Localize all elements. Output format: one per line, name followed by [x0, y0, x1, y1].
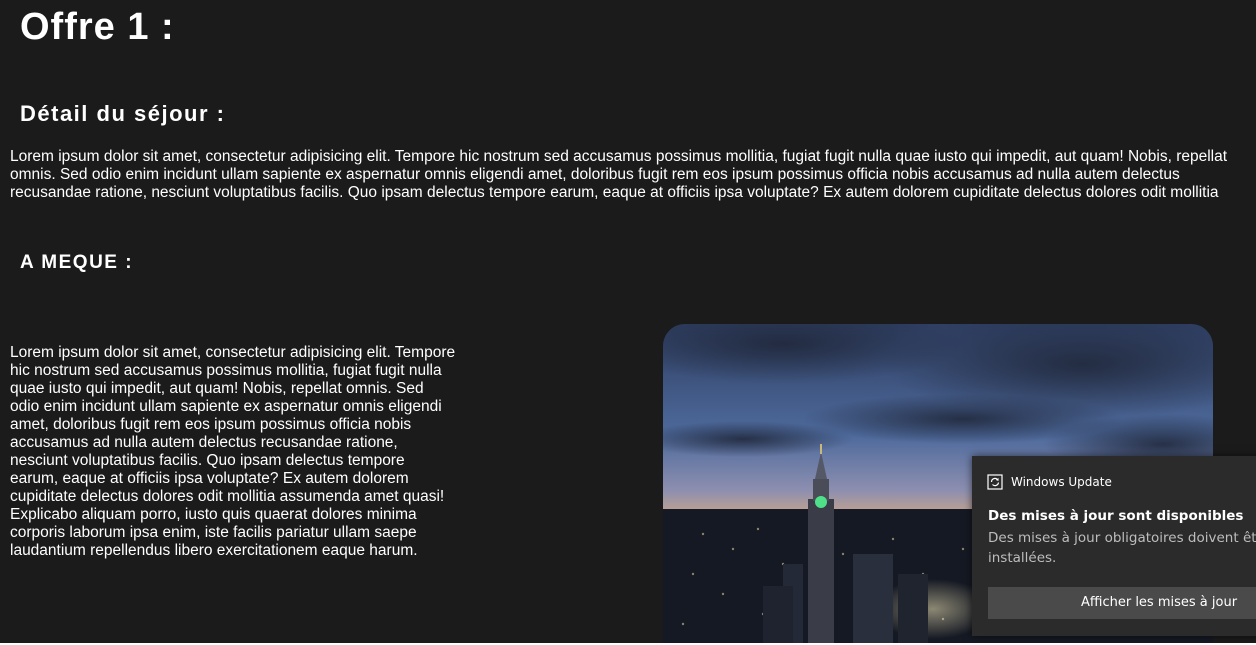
detail-line: Lorem ipsum dolor sit amet, consectetur … [10, 148, 1228, 165]
meque-heading: A MEQUE : [20, 252, 134, 273]
detail-heading: Détail du séjour : [20, 101, 226, 126]
meque-line: amet, doloribus fugit rem eos ipsum poss… [10, 416, 412, 433]
meque-line: nesciunt voluptatibus facilis. Quo ipsam… [10, 452, 405, 469]
page: { "offer": { "title": "Offre 1 :" }, "de… [0, 0, 1256, 645]
notification-header: Windows Update [987, 474, 1112, 490]
meque-line: laudantium repellendus libero exercitati… [10, 542, 418, 559]
meque-line: accusamus ad nulla autem delectus recusa… [10, 434, 398, 451]
notification-body: Des mises à jour obligatoires doivent êt… [988, 530, 1256, 566]
meque-line: hic nostrum sed accusamus possimus molli… [10, 362, 442, 379]
notification-title: Des mises à jour sont disponibles [988, 508, 1244, 524]
meque-line: corporis laborum ipsa enim, iste facilis… [10, 524, 417, 541]
notification-app-name: Windows Update [1011, 475, 1112, 489]
detail-line: omnis. Sed odio enim incidunt ullam sapi… [10, 166, 1180, 183]
meque-line: quae iusto qui impedit, aut quam! Nobis,… [10, 380, 424, 397]
update-icon [987, 474, 1003, 490]
meque-line: cupiditate delectus dolores odit molliti… [10, 488, 445, 505]
detail-line: recusandae ratione, nesciunt voluptatibu… [10, 184, 1219, 201]
meque-line: odio enim incidunt ullam sapiente ex asp… [10, 398, 442, 415]
show-updates-button-label: Afficher les mises à jour [1081, 595, 1238, 610]
offer-title: Offre 1 : [20, 6, 175, 48]
meque-paragraph: Lorem ipsum dolor sit amet, consectetur … [10, 344, 475, 560]
meque-line: Explicabo aliquam porro, iusto quis quae… [10, 506, 417, 523]
windows-update-notification[interactable]: Windows Update Des mises à jour sont dis… [972, 456, 1256, 636]
meque-line: earum, eaque at officiis ipsa voluptate?… [10, 470, 409, 487]
detail-paragraph: Lorem ipsum dolor sit amet, consectetur … [10, 148, 1256, 202]
show-updates-button[interactable]: Afficher les mises à jour [988, 587, 1256, 619]
meque-line: Lorem ipsum dolor sit amet, consectetur … [10, 344, 456, 361]
